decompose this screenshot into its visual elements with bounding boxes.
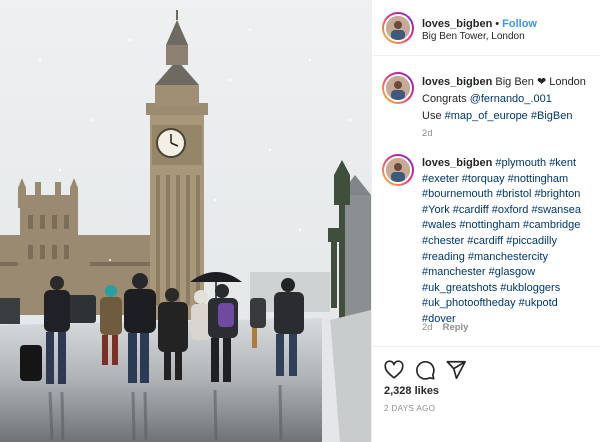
big-ben-snow-photo	[0, 0, 371, 442]
mention-link[interactable]: @fernando_.001	[470, 93, 552, 105]
avatar-image	[384, 74, 412, 102]
post-actions: 2,328 likes 2 DAYS AGO	[372, 346, 600, 442]
hashtag-link[interactable]: #piccadilly	[506, 235, 557, 247]
hashtag-link[interactable]: #bournemouth	[422, 188, 493, 200]
hashtag-link[interactable]: #manchester	[422, 266, 486, 278]
hashtag-link[interactable]: #map_of_europe	[445, 110, 528, 122]
share-icon[interactable]	[445, 359, 467, 381]
follow-button[interactable]: Follow	[502, 18, 537, 30]
comment-icon[interactable]	[414, 359, 436, 381]
hashtag-link[interactable]: #nottingham	[508, 173, 569, 185]
hashtag-link[interactable]: #cardiff	[467, 235, 503, 247]
location-link[interactable]: Big Ben Tower, London	[422, 31, 525, 42]
caption-username[interactable]: loves_bigben	[422, 76, 492, 88]
hashtag-link[interactable]: #nottingham	[459, 219, 520, 231]
hashtag-link[interactable]: #uk_greatshots	[422, 282, 497, 294]
reply-button[interactable]: Reply	[443, 322, 469, 333]
hashtag-link[interactable]: #brighton	[535, 188, 581, 200]
header-user-line: loves_bigben • Follow	[422, 14, 537, 32]
avatar[interactable]	[382, 12, 414, 44]
post-header: loves_bigben • Follow Big Ben Tower, Londo…	[372, 0, 600, 56]
comment-username[interactable]: loves_bigben	[422, 157, 492, 169]
post-photo[interactable]	[0, 0, 371, 442]
separator-dot: •	[495, 18, 500, 30]
hashtag-link[interactable]: #manchestercity	[468, 251, 548, 263]
hashtag-link[interactable]: #oxford	[492, 204, 529, 216]
post-details-panel: loves_bigben • Follow Big Ben Tower, Londo…	[371, 0, 600, 442]
caption-use: Use	[422, 110, 442, 122]
hashtag-link[interactable]: #reading	[422, 251, 465, 263]
hashtag-link[interactable]: #uk_photooftheday	[422, 297, 516, 309]
hashtag-link[interactable]: #York	[422, 204, 450, 216]
hashtag-link[interactable]: #exeter	[422, 173, 459, 185]
hashtag-link[interactable]: #ukbloggers	[500, 282, 560, 294]
hashtag-link[interactable]: #glasgow	[489, 266, 535, 278]
hashtag-link[interactable]: #ukpotd	[519, 297, 558, 309]
caption-congrats: Congrats	[422, 93, 467, 105]
hashtag-link[interactable]: #bristol	[496, 188, 531, 200]
caption-text: loves_bigben Big Ben ❤ London Congrats @…	[422, 74, 595, 125]
hashtag-comment: loves_bigben #plymouth #kent #exeter #to…	[372, 150, 600, 340]
caption-line1: Big Ben ❤ London	[495, 76, 586, 88]
avatar-image	[384, 156, 412, 184]
likes-count[interactable]: 2,328 likes	[384, 385, 439, 397]
hashtag-comment-text: loves_bigben #plymouth #kent #exeter #to…	[422, 156, 595, 328]
comment-meta: 2d Reply	[422, 322, 468, 333]
heart-icon[interactable]	[383, 359, 405, 381]
hashtag-link[interactable]: #BigBen	[531, 110, 573, 122]
avatar-image	[384, 14, 412, 42]
hashtag-link[interactable]: #cardiff	[453, 204, 489, 216]
hashtag-link[interactable]: #plymouth	[495, 157, 546, 169]
caption-comment: loves_bigben Big Ben ❤ London Congrats @…	[372, 66, 600, 146]
caption-avatar[interactable]	[382, 72, 414, 104]
hashtag-link[interactable]: #cambridge	[523, 219, 580, 231]
header-username[interactable]: loves_bigben	[422, 18, 492, 30]
comment-avatar[interactable]	[382, 154, 414, 186]
hashtag-link[interactable]: #wales	[422, 219, 456, 231]
comment-time: 2d	[422, 322, 433, 333]
hashtag-link[interactable]: #chester	[422, 235, 464, 247]
caption-time: 2d	[422, 128, 433, 139]
hashtag-link[interactable]: #kent	[549, 157, 576, 169]
hashtag-link[interactable]: #swansea	[532, 204, 582, 216]
post-timestamp: 2 DAYS AGO	[384, 404, 436, 413]
hashtag-link[interactable]: #torquay	[462, 173, 505, 185]
